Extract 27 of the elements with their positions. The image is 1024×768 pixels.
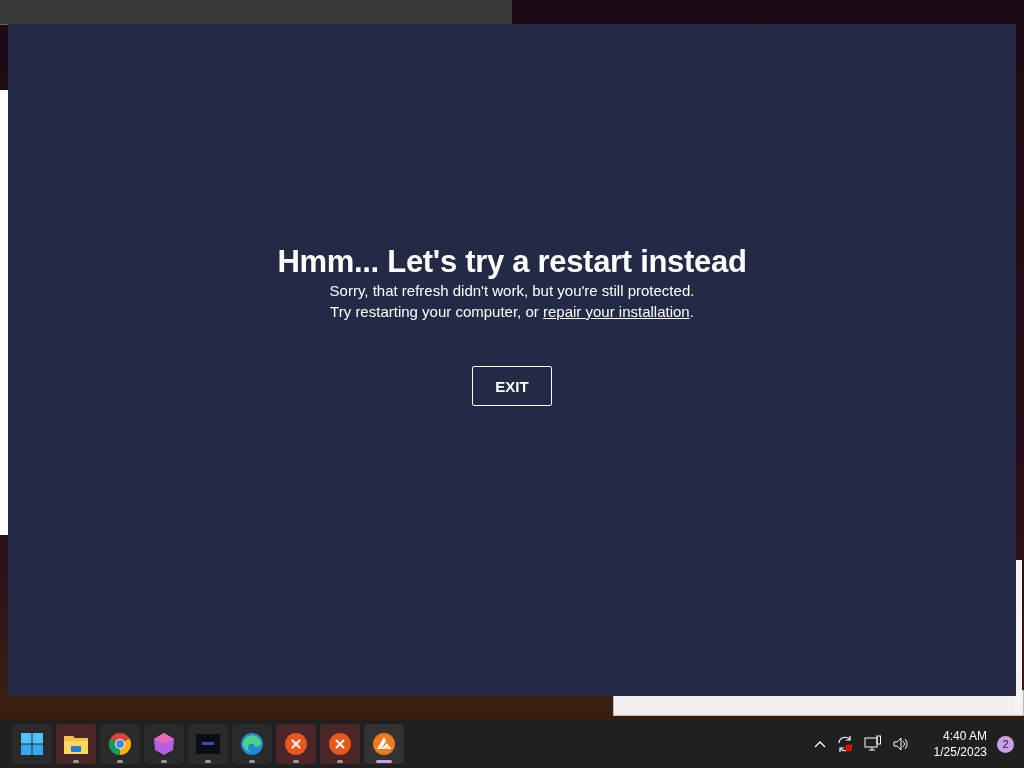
taskbar-app[interactable] <box>364 724 404 764</box>
terminal-icon <box>196 732 220 756</box>
volume-icon[interactable] <box>891 735 910 753</box>
gem-icon <box>152 732 176 756</box>
chevron-up-icon[interactable] <box>813 740 826 748</box>
taskbar-app[interactable] <box>12 724 52 764</box>
taskbar-app[interactable] <box>56 724 96 764</box>
taskbar-app[interactable] <box>232 724 272 764</box>
taskbar-app[interactable] <box>100 724 140 764</box>
edge-icon <box>240 732 264 756</box>
notification-badge[interactable]: 2 <box>997 735 1014 753</box>
chrome-icon <box>108 732 132 756</box>
repair-link[interactable]: repair your installation <box>542 303 690 320</box>
network-icon[interactable] <box>863 735 882 753</box>
exit-button[interactable]: EXIT <box>472 366 552 406</box>
taskbar-app[interactable] <box>320 724 360 764</box>
message-text: Sorry, that refresh didn't work, but you're still protected. <box>329 281 695 301</box>
error-icon <box>284 732 308 756</box>
message-text: Try restarting your computer, or repair your installation. <box>330 302 694 322</box>
clock-time[interactable]: 4:40 AM <box>942 728 987 744</box>
sync-icon[interactable] <box>835 735 854 753</box>
dialog-title: Hmm... Let's try a restart instead <box>277 244 747 280</box>
taskbar-app[interactable] <box>276 724 316 764</box>
windows-icon <box>20 732 44 756</box>
folder-icon <box>63 733 89 755</box>
clock-date[interactable]: 1/25/2023 <box>933 744 987 760</box>
error-icon <box>328 732 352 756</box>
